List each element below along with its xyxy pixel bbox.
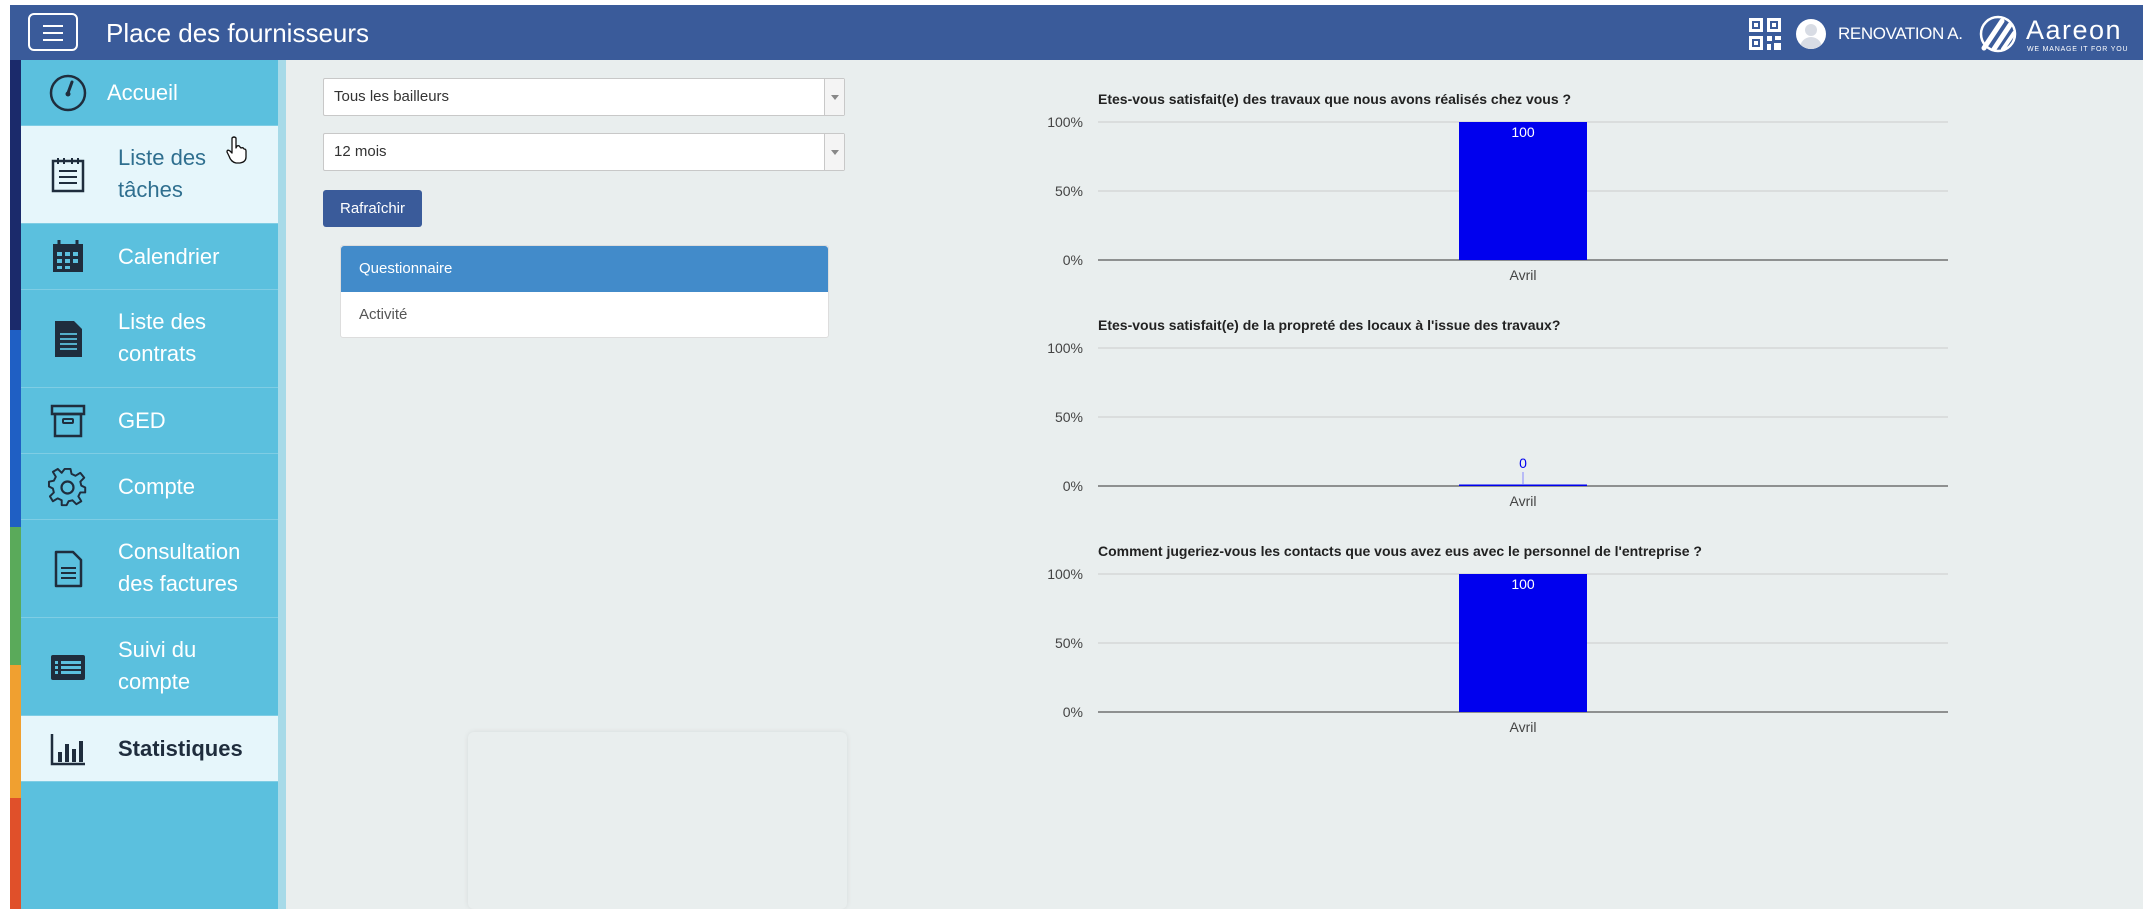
hamburger-menu-button[interactable] [28, 13, 78, 51]
gear-icon [47, 467, 87, 507]
y-tick-label: 100% [1047, 114, 1083, 130]
sidebar-item-liste-des-contrats[interactable]: Liste des contrats [21, 290, 278, 388]
user-avatar[interactable] [1796, 19, 1826, 49]
sidebar-item-ged[interactable]: GED [21, 388, 278, 454]
qr-code-icon[interactable] [1748, 17, 1782, 51]
y-tick-label: 50% [1055, 635, 1083, 651]
sidebar-item-compte[interactable]: Compte [21, 454, 278, 520]
sidebar-item-label: GED [118, 408, 166, 433]
task-list-icon [51, 158, 85, 193]
bailleur-select[interactable]: Tous les bailleurs [323, 78, 845, 116]
bar-chart-icon [50, 734, 85, 766]
brand-tagline: WE MANAGE IT FOR YOU [2027, 46, 2129, 53]
chart-svg: 100% 50% 0% 0 Avril [1047, 340, 1948, 509]
stats-tabs: Questionnaire Activité [340, 245, 829, 338]
period-select[interactable]: 12 mois [323, 133, 845, 171]
sidebar-item-label: Suivi du compte [118, 637, 197, 694]
sidebar-item-consultation-des-factures[interactable]: Consultation des factures [21, 520, 278, 618]
tab-questionnaire[interactable]: Questionnaire [341, 246, 828, 292]
chart-svg: 100% 50% 0% 100 Avril [1047, 566, 1948, 735]
top-header-bar: Place des fournisseurs RENOVATION A. Aar… [10, 5, 2143, 60]
user-name[interactable]: RENOVATION A. [1838, 24, 1963, 44]
archive-box-icon [50, 404, 86, 438]
menu-line [43, 25, 63, 27]
brand-name: Aareon [2026, 15, 2123, 45]
dropdown-arrow-icon[interactable] [824, 79, 844, 115]
sidebar-item-label: Consultation des factures [118, 539, 241, 596]
data-label: 0 [1519, 455, 1527, 471]
y-tick-label: 50% [1055, 409, 1083, 425]
chart-svg: 100% 50% 0% 100 Avril [1047, 114, 1948, 283]
sidebar-item-label: Accueil [107, 80, 178, 105]
account-list-icon [51, 655, 85, 680]
x-tick-label: Avril [1510, 493, 1537, 509]
document-icon [55, 321, 82, 357]
chart-proprete-locaux: 100% 50% 0% 0 Avril Etes-vous satisfait(e) d… [1030, 317, 2030, 537]
hand-pointer-cursor-icon [226, 136, 247, 164]
sidebar-item-suivi-du-compte[interactable]: Suivi du compte [21, 618, 278, 716]
app-title: Place des fournisseurs [106, 18, 370, 48]
bar [1459, 122, 1587, 260]
chart-title: Comment jugeriez-vous les contacts que v… [1098, 543, 1702, 559]
empty-panel [468, 732, 847, 909]
y-tick-label: 50% [1055, 183, 1083, 199]
sidebar-item-label: Compte [118, 474, 196, 499]
chart-title: Etes-vous satisfait(e) de la propreté de… [1098, 317, 1561, 333]
sidebar-edge [278, 60, 286, 909]
y-tick-label: 0% [1063, 478, 1083, 494]
stripe-segment [10, 665, 21, 798]
stripe-segment [10, 527, 21, 665]
sidebar-item-label: Statistiques [118, 736, 243, 761]
bar [1459, 574, 1587, 712]
x-tick-label: Avril [1510, 719, 1537, 735]
data-label: 100 [1511, 124, 1535, 140]
y-tick-label: 100% [1047, 566, 1083, 582]
menu-line [43, 39, 63, 41]
speedometer-icon [49, 74, 87, 112]
invoice-icon [54, 550, 83, 588]
dropdown-arrow-icon[interactable] [824, 134, 844, 170]
sidebar-item-accueil[interactable]: Accueil [21, 60, 278, 126]
bailleur-select-value: Tous les bailleurs [334, 88, 450, 105]
chart-contacts-personnel: 100% 50% 0% 100 Avril Comment jugeriez-vous … [1030, 543, 2030, 763]
sidebar-item-label: Liste des contrats [118, 309, 207, 366]
data-label: 100 [1511, 576, 1535, 592]
period-select-value: 12 mois [334, 143, 387, 160]
x-tick-label: Avril [1510, 267, 1537, 283]
tab-activite[interactable]: Activité [341, 292, 828, 338]
sidebar-item-statistiques[interactable]: Statistiques [21, 716, 278, 782]
stripe-segment [10, 60, 21, 330]
refresh-button[interactable]: Rafraîchir [323, 190, 422, 227]
sidebar-item-label: Calendrier [118, 244, 220, 269]
stripe-segment [10, 330, 21, 527]
color-stripe [10, 60, 21, 909]
calendar-icon [53, 240, 83, 272]
chart-title: Etes-vous satisfait(e) des travaux que n… [1098, 91, 1572, 107]
y-tick-label: 0% [1063, 704, 1083, 720]
sidebar: Accueil Liste des tâches Calendrier List… [21, 60, 278, 909]
bar [1459, 484, 1587, 486]
y-tick-label: 0% [1063, 252, 1083, 268]
y-tick-label: 100% [1047, 340, 1083, 356]
menu-line [43, 32, 63, 34]
sidebar-item-calendrier[interactable]: Calendrier [21, 224, 278, 290]
aareon-logo-icon [1979, 15, 2017, 53]
chart-satisfaction-travaux: 100% 50% 0% 100 Avril Etes-vous satisfait(e)… [1030, 91, 2030, 311]
sidebar-item-label: Liste des tâches [118, 145, 207, 202]
stripe-segment [10, 798, 21, 909]
